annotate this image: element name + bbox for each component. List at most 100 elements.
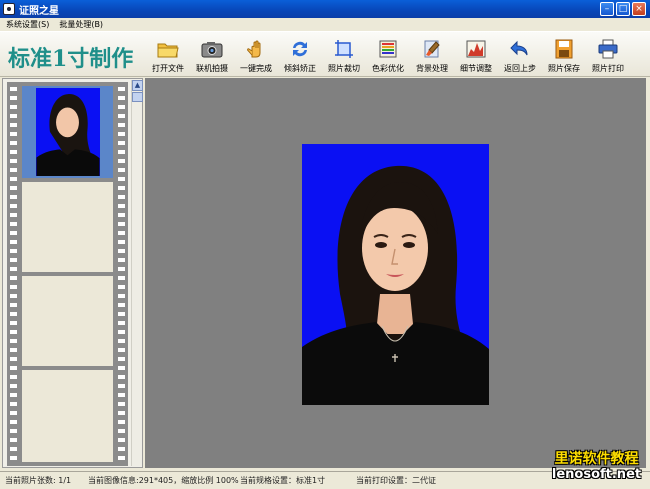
hand-icon (245, 39, 267, 59)
film-perforation (118, 123, 125, 127)
open-file-button[interactable]: 打开文件 (146, 32, 190, 78)
portrait-image (302, 144, 489, 405)
film-perforation (118, 375, 125, 379)
film-perforation (118, 303, 125, 307)
film-perforation (118, 321, 125, 325)
thumbnail-frame-empty[interactable] (22, 182, 113, 272)
film-perforation (118, 330, 125, 334)
tool-label: 打开文件 (152, 64, 184, 73)
film-perforation (10, 285, 17, 289)
camera-capture-button[interactable]: 联机拍摄 (190, 32, 234, 78)
film-perforation (118, 312, 125, 316)
film-perforation (118, 204, 125, 208)
film-perforation (10, 357, 17, 361)
photo-crop-button[interactable]: 照片裁切 (322, 32, 366, 78)
save-icon (553, 39, 575, 59)
film-perforation (10, 348, 17, 352)
levels-icon (465, 39, 487, 59)
title-bar: 证照之星 – □ × (0, 0, 650, 18)
thumbnail-frame-empty[interactable] (22, 276, 113, 366)
film-perforation (10, 213, 17, 217)
detail-adjust-button[interactable]: 细节调整 (454, 32, 498, 78)
film-perforation (10, 240, 17, 244)
brush-icon (421, 39, 443, 59)
tool-buttons: 打开文件 联机拍摄 一键完成 倾斜矫正 照片裁切 色彩优化 背景处理 细节调整 … (146, 32, 630, 78)
film-perforation (10, 132, 17, 136)
film-perforation (118, 276, 125, 280)
film-perforation (10, 429, 17, 433)
camera-icon (201, 39, 223, 59)
film-perforation (118, 96, 125, 100)
color-optimize-button[interactable]: 色彩优化 (366, 32, 410, 78)
film-perforation (10, 258, 17, 262)
film-perforation (10, 267, 17, 271)
tool-label: 返回上步 (504, 64, 536, 73)
film-perforation (118, 249, 125, 253)
thumbnail-photo (36, 88, 100, 176)
menu-batch-process[interactable]: 批量处理(B) (59, 19, 103, 30)
maximize-button[interactable]: □ (616, 2, 630, 16)
film-perforation (118, 141, 125, 145)
status-spec-setting: 当前规格设置：标准1寸 (240, 476, 326, 485)
film-perforation (118, 132, 125, 136)
thumbnail-frame-empty[interactable] (22, 370, 113, 462)
film-perforation (10, 330, 17, 334)
status-image-info: 当前图像信息:291*405，缩放比例 100% (88, 476, 239, 485)
film-perforation (10, 96, 17, 100)
photo-save-button[interactable]: 照片保存 (542, 32, 586, 78)
film-perforation (10, 420, 17, 424)
menu-system-settings[interactable]: 系统设置(S) (6, 19, 49, 30)
minimize-button[interactable]: – (600, 2, 614, 16)
id-photo[interactable] (302, 144, 489, 405)
photo-print-button[interactable]: 照片打印 (586, 32, 630, 78)
film-perforation (10, 186, 17, 190)
film-perforation (10, 375, 17, 379)
film-perforation (118, 177, 125, 181)
film-perforation (118, 267, 125, 271)
crop-icon (333, 39, 355, 59)
film-perforation (118, 105, 125, 109)
tool-label: 照片打印 (592, 64, 624, 73)
film-strip (7, 82, 128, 466)
film-perforation (10, 321, 17, 325)
film-perforation (10, 114, 17, 118)
film-perforation (118, 222, 125, 226)
preview-canvas (145, 78, 646, 468)
status-photo-count: 当前照片张数: 1/1 (5, 476, 72, 485)
tool-label: 照片裁切 (328, 64, 360, 73)
tool-label: 一键完成 (240, 64, 272, 73)
background-process-button[interactable]: 背景处理 (410, 32, 454, 78)
toolbar: 标准1寸制作 打开文件 联机拍摄 一键完成 倾斜矫正 照片裁切 色彩优化 背景处… (0, 31, 650, 77)
undo-icon (509, 39, 531, 59)
film-perforation (118, 114, 125, 118)
film-perforation (10, 384, 17, 388)
scroll-thumb[interactable] (132, 92, 143, 102)
film-perforation (10, 177, 17, 181)
film-perforation (118, 447, 125, 451)
tilt-correction-button[interactable]: 倾斜矫正 (278, 32, 322, 78)
film-perforation (10, 87, 17, 91)
watermark: 里诺软件教程 lenosoft.net (545, 451, 648, 483)
watermark-line2: lenosoft.net (551, 467, 642, 482)
scroll-up-icon[interactable]: ▲ (132, 80, 143, 91)
tool-label: 细节调整 (460, 64, 492, 73)
film-perforation (118, 159, 125, 163)
film-perforation (118, 294, 125, 298)
film-perforation (118, 87, 125, 91)
film-perforation (10, 123, 17, 127)
film-perforation (10, 294, 17, 298)
film-perforation (10, 366, 17, 370)
thumbnail-frame-selected[interactable] (22, 86, 113, 178)
menu-bar: 系统设置(S) 批量处理(B) (0, 18, 650, 31)
window-title: 证照之星 (19, 5, 59, 17)
film-perforation (118, 402, 125, 406)
film-perforation (118, 438, 125, 442)
tool-label: 色彩优化 (372, 64, 404, 73)
film-perforation (118, 366, 125, 370)
close-button[interactable]: × (632, 2, 646, 16)
one-click-complete-button[interactable]: 一键完成 (234, 32, 278, 78)
folder-icon (157, 39, 179, 59)
undo-button[interactable]: 返回上步 (498, 32, 542, 78)
film-perforation (10, 231, 17, 235)
thumbnail-scrollbar[interactable]: ▲ (131, 80, 143, 466)
